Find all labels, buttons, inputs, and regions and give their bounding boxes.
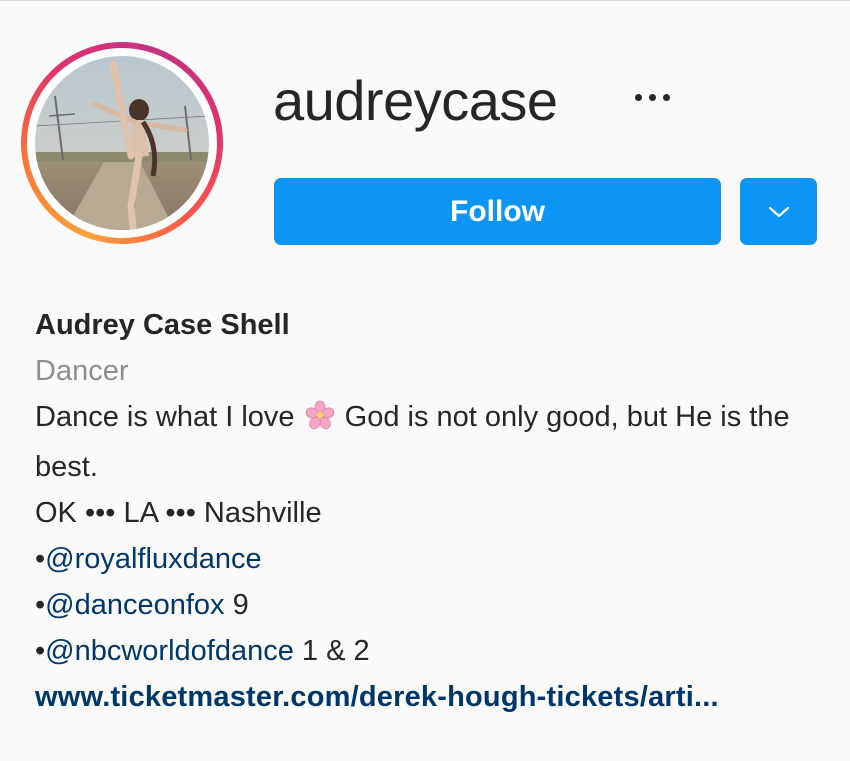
chevron-down-icon	[768, 206, 789, 217]
mention-link[interactable]: @royalfluxdance	[45, 543, 261, 575]
avatar-image	[35, 56, 209, 230]
bio-text-part: Dance is what I love	[35, 401, 303, 433]
mention-suffix: 1 & 2	[293, 635, 370, 667]
profile-avatar[interactable]	[21, 42, 223, 244]
mention-line: •@royalfluxdance	[35, 536, 835, 582]
locations-line: OK ••• LA ••• Nashville	[35, 497, 322, 529]
bullet: •	[35, 635, 46, 667]
bio-text: Dance is what I love God is not only goo…	[35, 394, 825, 490]
avatar-photo	[35, 56, 209, 230]
top-divider	[0, 0, 850, 1]
profile-username: audreycase	[273, 69, 558, 132]
bullet: •	[35, 589, 46, 621]
bullet: •	[35, 543, 46, 575]
ellipsis-icon	[634, 93, 642, 101]
mention-line: •@nbcworldofdance 1 & 2	[35, 628, 835, 674]
ellipsis-icon	[662, 93, 670, 101]
category-label: Dancer	[35, 355, 129, 387]
profile-bio: Audrey Case Shell Dancer Dance is what I…	[35, 302, 835, 720]
mention-link[interactable]: @nbcworldofdance	[45, 635, 294, 667]
more-options-button[interactable]	[622, 80, 682, 114]
ellipsis-icon	[648, 93, 656, 101]
mention-suffix: 9	[224, 589, 249, 621]
website-link[interactable]: www.ticketmaster.com/derek-hough-tickets…	[35, 674, 835, 720]
mention-link[interactable]: @danceonfox	[45, 589, 224, 621]
suggested-accounts-button[interactable]	[740, 178, 817, 245]
follow-button[interactable]: Follow	[274, 178, 721, 245]
avatar-border	[27, 48, 217, 238]
mention-line: •@danceonfox 9	[35, 582, 835, 628]
full-name: Audrey Case Shell	[35, 309, 290, 341]
cherry-blossom-icon	[305, 398, 335, 444]
